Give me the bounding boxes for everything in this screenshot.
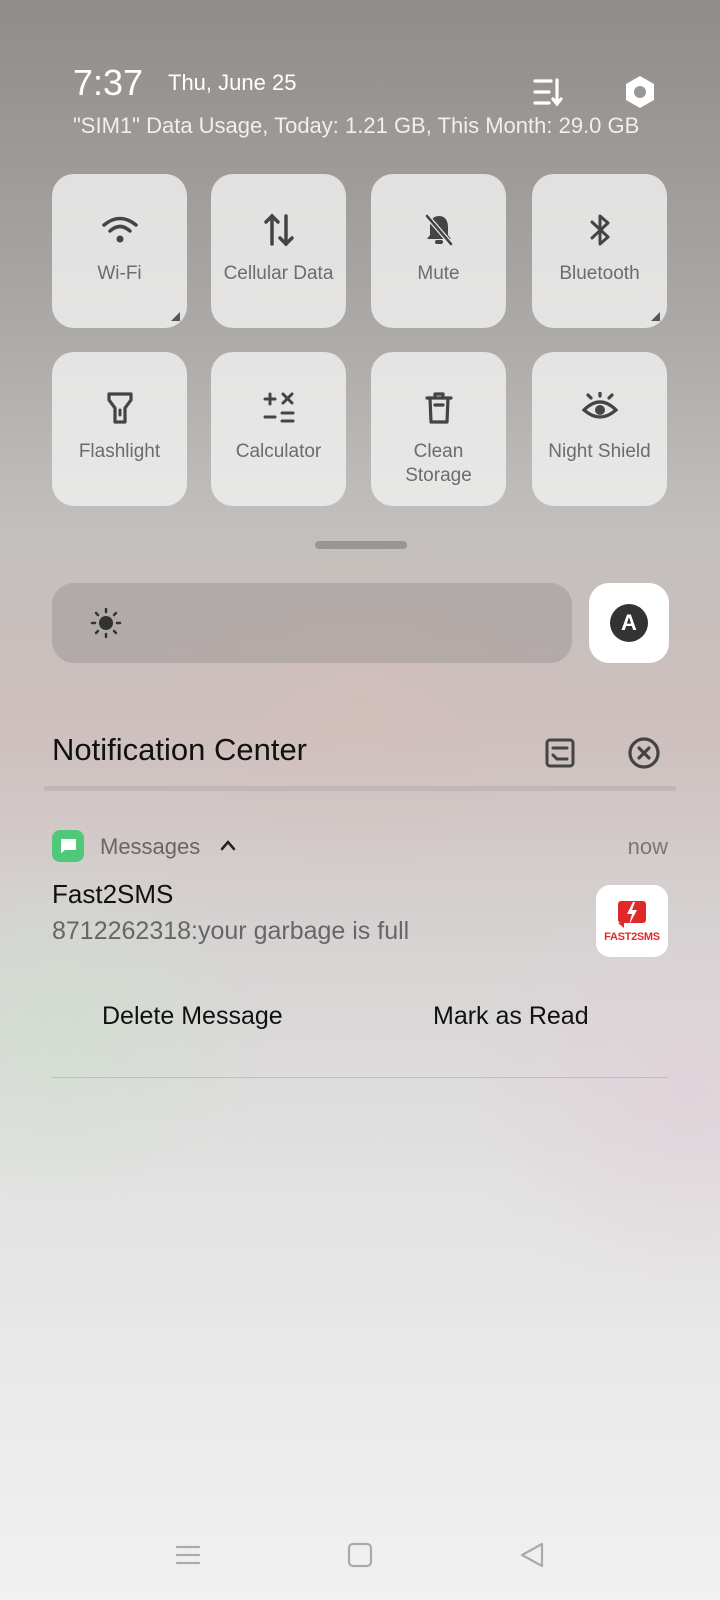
calculator-icon (262, 390, 296, 426)
wifi-icon (101, 212, 139, 248)
expand-handle[interactable] (315, 541, 407, 549)
tile-label: Flashlight (78, 441, 161, 462)
notification-sender: Fast2SMS (52, 879, 174, 909)
menu-icon[interactable] (168, 1540, 208, 1570)
tile-label: Bluetooth (559, 263, 640, 284)
tile-label: Calculator (235, 441, 322, 462)
tile-label: Cellular Data (223, 263, 334, 284)
sun-icon (90, 607, 122, 644)
tile-flashlight[interactable]: Flashlight (52, 352, 187, 506)
clock-time: 7:37 (73, 62, 144, 103)
bluetooth-icon (588, 212, 612, 248)
tile-label: Mute (417, 263, 460, 284)
brightness-slider[interactable] (52, 583, 572, 663)
chevron-up-icon[interactable] (220, 838, 236, 856)
notification-app-name: Messages (100, 834, 201, 859)
settings-icon[interactable] (620, 72, 660, 112)
divider (44, 786, 676, 791)
back-triangle-icon[interactable] (512, 1540, 552, 1570)
tile-mute[interactable]: Mute (371, 174, 506, 328)
manage-notifications-icon[interactable] (540, 733, 580, 773)
data-usage-text: "SIM1" Data Usage, Today: 1.21 GB, This … (73, 113, 640, 138)
tile-calculator[interactable]: Calculator (211, 352, 346, 506)
flashlight-icon (105, 390, 135, 426)
notification-time: now (627, 834, 668, 859)
tile-wifi[interactable]: Wi-Fi (52, 174, 187, 328)
delete-message-button[interactable]: Delete Message (102, 1002, 283, 1031)
tile-clean-storage[interactable]: Clean Storage (371, 352, 506, 506)
auto-brightness-icon: A (610, 604, 648, 642)
messages-app-icon (52, 830, 84, 862)
notification-message: 8712262318:your garbage is full (52, 917, 410, 945)
logo-text: FAST2SMS (604, 931, 660, 943)
bell-off-icon (423, 212, 455, 248)
divider (52, 1077, 668, 1078)
tile-label: Wi-Fi (97, 263, 142, 284)
more-indicator (651, 312, 660, 321)
clock-date: Thu, June 25 (168, 70, 297, 95)
tile-label: Clean Storage (405, 441, 472, 486)
auto-brightness-button[interactable]: A (589, 583, 669, 663)
eye-icon (581, 390, 619, 426)
tile-night-shield[interactable]: Night Shield (532, 352, 667, 506)
tile-cellular-data[interactable]: Cellular Data (211, 174, 346, 328)
fast2sms-logo: FAST2SMS (596, 885, 668, 957)
tile-label: Night Shield (548, 441, 651, 462)
home-square-icon[interactable] (340, 1540, 380, 1570)
sort-edit-icon[interactable] (528, 72, 568, 112)
trash-icon (424, 390, 454, 426)
mark-as-read-button[interactable]: Mark as Read (433, 1002, 589, 1031)
notification-center-title: Notification Center (52, 732, 308, 767)
clear-all-icon[interactable] (624, 733, 664, 773)
cellular-data-icon (263, 212, 295, 248)
tile-bluetooth[interactable]: Bluetooth (532, 174, 667, 328)
more-indicator (171, 312, 180, 321)
